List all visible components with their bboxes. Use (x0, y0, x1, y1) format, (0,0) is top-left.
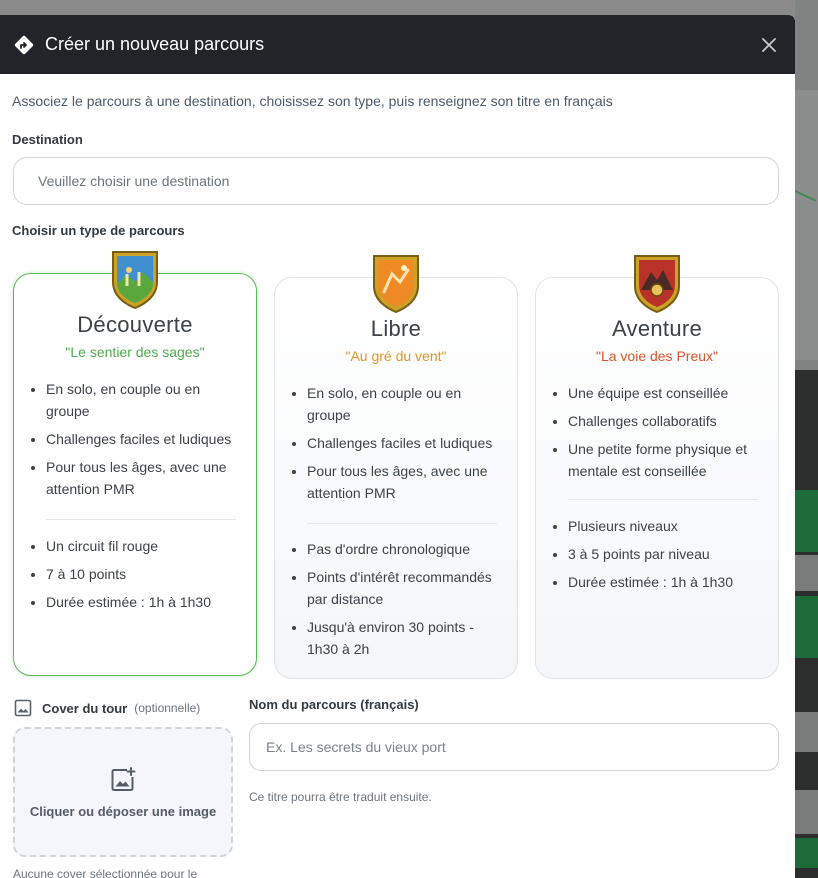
modal-intro: Associez le parcours à une destination, … (12, 93, 613, 109)
background-row (795, 596, 818, 658)
card-divider (307, 523, 497, 524)
feature-list: En solo, en couple ou en groupe Challeng… (46, 378, 246, 506)
tour-type-card-decouverte[interactable]: Découverte "Le sentier des sages" En sol… (13, 251, 257, 676)
destination-select[interactable]: Veuillez choisir une destination (13, 157, 779, 205)
feature-item: Un circuit fil rouge (46, 535, 246, 557)
feature-list: Pas d'ordre chronologique Points d'intér… (307, 538, 507, 666)
feature-list: En solo, en couple ou en groupe Challeng… (307, 382, 507, 510)
card-subtitle: "Au gré du vent" (345, 348, 447, 364)
background-row (795, 555, 818, 591)
close-icon (762, 37, 776, 52)
feature-item: Durée estimée : 1h à 1h30 (568, 571, 768, 593)
close-button[interactable] (757, 33, 781, 57)
card-title: Découverte (77, 312, 193, 337)
tour-name-label: Nom du parcours (français) (249, 697, 419, 712)
feature-item: Challenges collaboratifs (568, 410, 768, 432)
aventure-badge-icon (634, 255, 680, 314)
tour-name-hint: Ce titre pourra être traduit ensuite. (249, 790, 432, 804)
tour-name-input[interactable] (249, 723, 779, 771)
image-icon (14, 699, 32, 717)
cover-optional-tag: (optionnelle) (134, 701, 201, 715)
add-image-icon (111, 766, 136, 791)
decouverte-badge-icon (112, 251, 158, 310)
feature-item: Challenges faciles et ludiques (46, 428, 246, 450)
feature-item: 3 à 5 points par niveau (568, 543, 768, 565)
libre-badge-icon (373, 255, 419, 314)
feature-list: Plusieurs niveaux 3 à 5 points par nivea… (568, 515, 768, 599)
modal-title: Créer un nouveau parcours (45, 34, 265, 54)
feature-item: Une petite forme physique et mentale est… (568, 438, 768, 482)
feature-item: Pour tous les âges, avec une attention P… (307, 460, 507, 504)
card-divider (46, 519, 236, 520)
feature-item: En solo, en couple ou en groupe (307, 382, 507, 426)
background-row (795, 790, 818, 834)
cover-status: Aucune cover sélectionnée pour le (13, 867, 198, 878)
background-panel (795, 90, 818, 360)
card-subtitle: "Le sentier des sages" (65, 344, 205, 360)
card-divider (568, 499, 758, 500)
feature-item: Durée estimée : 1h à 1h30 (46, 591, 246, 613)
destination-placeholder: Veuillez choisir une destination (38, 173, 230, 189)
card-title: Aventure (611, 316, 703, 341)
tour-type-card-aventure[interactable]: Aventure "La voie des Preux" Une équipe … (535, 255, 779, 679)
create-tour-modal: Créer un nouveau parcours Associez le pa… (0, 15, 795, 878)
background-row (795, 490, 818, 552)
tour-type-label: Choisir un type de parcours (12, 223, 185, 238)
modal-header: Créer un nouveau parcours (0, 15, 795, 74)
feature-item: Jusqu'à environ 30 points - 1h30 à 2h (307, 616, 507, 660)
tour-type-card-libre[interactable]: Libre "Au gré du vent" En solo, en coupl… (274, 255, 518, 679)
feature-item: Points d'intérêt recommandés par distanc… (307, 566, 507, 610)
background-row (795, 712, 818, 752)
feature-item: Pour tous les âges, avec une attention P… (46, 456, 246, 500)
card-title: Libre (370, 316, 422, 341)
cover-dropzone[interactable]: Cliquer ou déposer une image (13, 727, 233, 857)
feature-list: Un circuit fil rouge 7 à 10 points Durée… (46, 535, 246, 619)
route-sign-icon (14, 35, 34, 55)
feature-item: Pas d'ordre chronologique (307, 538, 507, 560)
cover-label: Cover du tour (42, 700, 128, 716)
feature-item: En solo, en couple ou en groupe (46, 378, 246, 422)
card-subtitle: "La voie des Preux" (595, 348, 718, 364)
feature-item: Challenges faciles et ludiques (307, 432, 507, 454)
feature-item: Une équipe est conseillée (568, 382, 768, 404)
feature-item: 7 à 10 points (46, 563, 246, 585)
dropzone-text: Cliquer ou déposer une image (29, 803, 217, 819)
feature-item: Plusieurs niveaux (568, 515, 768, 537)
background-row (795, 838, 818, 868)
cover-label-row: Cover du tour (optionnelle) (14, 699, 200, 717)
feature-list: Une équipe est conseillée Challenges col… (568, 382, 768, 488)
destination-label: Destination (12, 132, 83, 147)
